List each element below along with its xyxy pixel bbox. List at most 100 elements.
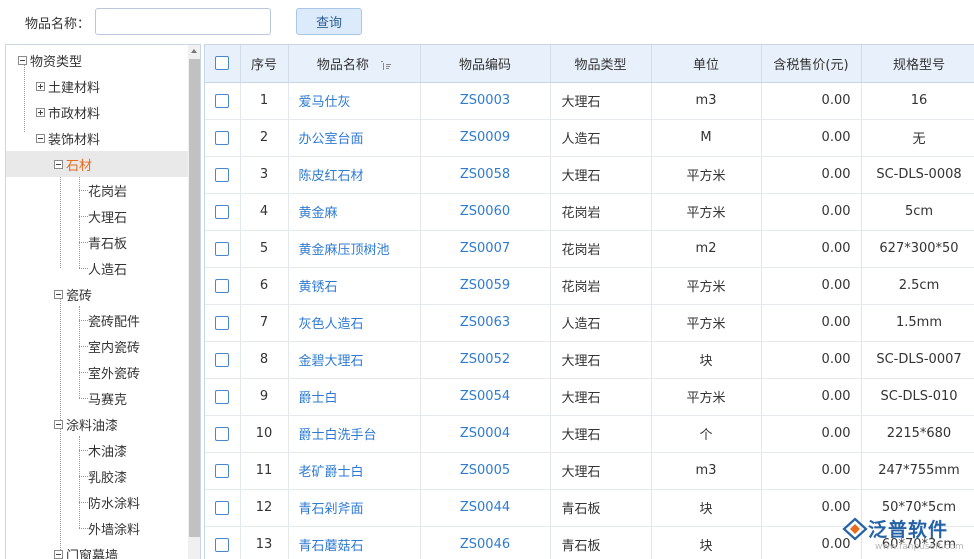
tree-item[interactable]: 土建材料 xyxy=(6,73,188,99)
tree-item[interactable]: 物资类型 xyxy=(6,47,188,73)
cell-name-link[interactable]: 黄金麻 xyxy=(288,193,421,231)
tree-item[interactable]: 涂料油漆 xyxy=(6,411,188,437)
tree-item[interactable]: 瓷砖 xyxy=(6,281,188,307)
tree-item[interactable]: 瓷砖配件 xyxy=(6,307,188,333)
row-checkbox[interactable] xyxy=(215,130,230,145)
cell-name-link[interactable]: 黄金麻压顶树池 xyxy=(288,230,421,268)
row-checkbox[interactable] xyxy=(215,426,230,441)
cell-name-link[interactable]: 爵士白洗手台 xyxy=(288,415,421,453)
cell-code-link[interactable]: ZS0059 xyxy=(420,267,551,305)
row-checkbox[interactable] xyxy=(215,241,230,256)
table-row[interactable]: 3 陈皮红石材 ZS0058 大理石 平方米 0.00 SC-DLS-0008 xyxy=(205,156,974,194)
select-all-checkbox[interactable] xyxy=(215,56,230,71)
row-checkbox[interactable] xyxy=(215,537,230,552)
tree-item[interactable]: 室内瓷砖 xyxy=(6,333,188,359)
tree-item[interactable]: 人造石 xyxy=(6,255,188,281)
cell-name-link[interactable]: 爱马仕灰 xyxy=(288,82,421,120)
cell-code-link[interactable]: ZS0004 xyxy=(420,415,551,453)
row-checkbox[interactable] xyxy=(215,167,230,182)
tree-item[interactable]: 市政材料 xyxy=(6,99,188,125)
table-row[interactable]: 6 黄锈石 ZS0059 花岗岩 平方米 0.00 2.5cm xyxy=(205,267,974,305)
table-row[interactable]: 8 金碧大理石 ZS0052 大理石块 0.00 SC-DLS-0007 xyxy=(205,341,974,379)
row-checkbox-cell[interactable] xyxy=(205,452,241,490)
row-checkbox-cell[interactable] xyxy=(205,489,241,527)
cell-code-link[interactable]: ZS0058 xyxy=(420,156,551,194)
row-checkbox[interactable] xyxy=(215,463,230,478)
cell-name-link[interactable]: 青石剁斧面 xyxy=(288,489,421,527)
tree-item[interactable]: 石材 xyxy=(6,151,188,177)
cell-name-link[interactable]: 陈皮红石材 xyxy=(288,156,421,194)
collapse-icon[interactable] xyxy=(54,159,63,169)
cell-code-link[interactable]: ZS0007 xyxy=(420,230,551,268)
table-row[interactable]: 11 老矿爵士白 ZS0005 大理石 m3 0.00 247*755mm xyxy=(205,452,974,490)
row-checkbox-cell[interactable] xyxy=(205,156,241,194)
cell-code-link[interactable]: ZS0063 xyxy=(420,304,551,342)
scrollbar-thumb[interactable] xyxy=(189,59,200,537)
row-checkbox[interactable] xyxy=(215,315,230,330)
collapse-icon[interactable] xyxy=(54,549,63,559)
table-row[interactable]: 1 爱马仕灰 ZS0003 大理石 m3 0.00 16 xyxy=(205,82,974,120)
cell-name-link[interactable]: 爵士白 xyxy=(288,378,421,416)
table-row[interactable]: 9 爵士白 ZS0054 大理石 平方米 0.00 SC-DLS-010 xyxy=(205,378,974,416)
cell-name-link[interactable]: 黄锈石 xyxy=(288,267,421,305)
scroll-up-arrow-icon[interactable] xyxy=(188,45,200,58)
collapse-icon[interactable] xyxy=(18,55,27,65)
table-row[interactable]: 2 办公室台面 ZS0009 人造石 M 0.00 无 xyxy=(205,119,974,157)
row-checkbox[interactable] xyxy=(215,389,230,404)
cell-code-link[interactable]: ZS0060 xyxy=(420,193,551,231)
cell-name-link[interactable]: 灰色人造石 xyxy=(288,304,421,342)
table-row[interactable]: 4 黄金麻 ZS0060 花岗岩 平方米 0.00 5cm xyxy=(205,193,974,231)
column-header-name[interactable]: 物品名称 xyxy=(288,45,421,83)
search-button[interactable]: 查询 xyxy=(296,8,362,35)
tree-item[interactable]: 防水涂料 xyxy=(6,489,188,515)
tree-item[interactable]: 乳胶漆 xyxy=(6,463,188,489)
cell-code-link[interactable]: ZS0046 xyxy=(420,526,551,559)
cell-name-link[interactable]: 办公室台面 xyxy=(288,119,421,157)
cell-code-link[interactable]: ZS0003 xyxy=(420,82,551,120)
tree-item[interactable]: 木油漆 xyxy=(6,437,188,463)
row-checkbox-cell[interactable] xyxy=(205,378,241,416)
row-checkbox-cell[interactable] xyxy=(205,82,241,120)
tree-item[interactable]: 花岗岩 xyxy=(6,177,188,203)
sort-icon[interactable] xyxy=(381,60,392,70)
cell-name-link[interactable]: 老矿爵士白 xyxy=(288,452,421,490)
tree-item[interactable]: 大理石 xyxy=(6,203,188,229)
row-checkbox-cell[interactable] xyxy=(205,119,241,157)
row-checkbox[interactable] xyxy=(215,500,230,515)
tree-item[interactable]: 青石板 xyxy=(6,229,188,255)
cell-code-link[interactable]: ZS0009 xyxy=(420,119,551,157)
row-checkbox-cell[interactable] xyxy=(205,304,241,342)
collapse-icon[interactable] xyxy=(36,133,45,143)
expand-icon[interactable] xyxy=(36,81,45,91)
row-checkbox-cell[interactable] xyxy=(205,267,241,305)
collapse-icon[interactable] xyxy=(54,289,63,299)
row-checkbox-cell[interactable] xyxy=(205,341,241,379)
tree-item[interactable]: 马赛克 xyxy=(6,385,188,411)
row-checkbox[interactable] xyxy=(215,278,230,293)
row-checkbox[interactable] xyxy=(215,352,230,367)
expand-icon[interactable] xyxy=(36,107,45,117)
table-row[interactable]: 10 爵士白洗手台 ZS0004 大理石个 0.00 2215*680 xyxy=(205,415,974,453)
row-checkbox[interactable] xyxy=(215,93,230,108)
table-row[interactable]: 5 黄金麻压顶树池 ZS0007 花岗岩 m2 0.00 627*300*50 xyxy=(205,230,974,268)
row-checkbox-cell[interactable] xyxy=(205,526,241,559)
tree-item[interactable]: 室外瓷砖 xyxy=(6,359,188,385)
cell-name-link[interactable]: 金碧大理石 xyxy=(288,341,421,379)
cell-code-link[interactable]: ZS0054 xyxy=(420,378,551,416)
row-checkbox[interactable] xyxy=(215,204,230,219)
tree-item[interactable]: 装饰材料 xyxy=(6,125,188,151)
tree-item[interactable]: 门窗幕墙 xyxy=(6,541,188,559)
table-row[interactable]: 7 灰色人造石 ZS0063 人造石 平方米 0.00 1.5mm xyxy=(205,304,974,342)
cell-code-link[interactable]: ZS0044 xyxy=(420,489,551,527)
tree-item[interactable]: 外墙涂料 xyxy=(6,515,188,541)
tree-scrollbar[interactable] xyxy=(188,45,200,559)
cell-code-link[interactable]: ZS0052 xyxy=(420,341,551,379)
row-checkbox-cell[interactable] xyxy=(205,415,241,453)
cell-code-link[interactable]: ZS0005 xyxy=(420,452,551,490)
cell-name-link[interactable]: 青石蘑菇石 xyxy=(288,526,421,559)
row-checkbox-cell[interactable] xyxy=(205,193,241,231)
select-all-checkbox-cell[interactable] xyxy=(205,45,241,83)
row-checkbox-cell[interactable] xyxy=(205,230,241,268)
search-input[interactable] xyxy=(95,8,271,35)
collapse-icon[interactable] xyxy=(54,419,63,429)
